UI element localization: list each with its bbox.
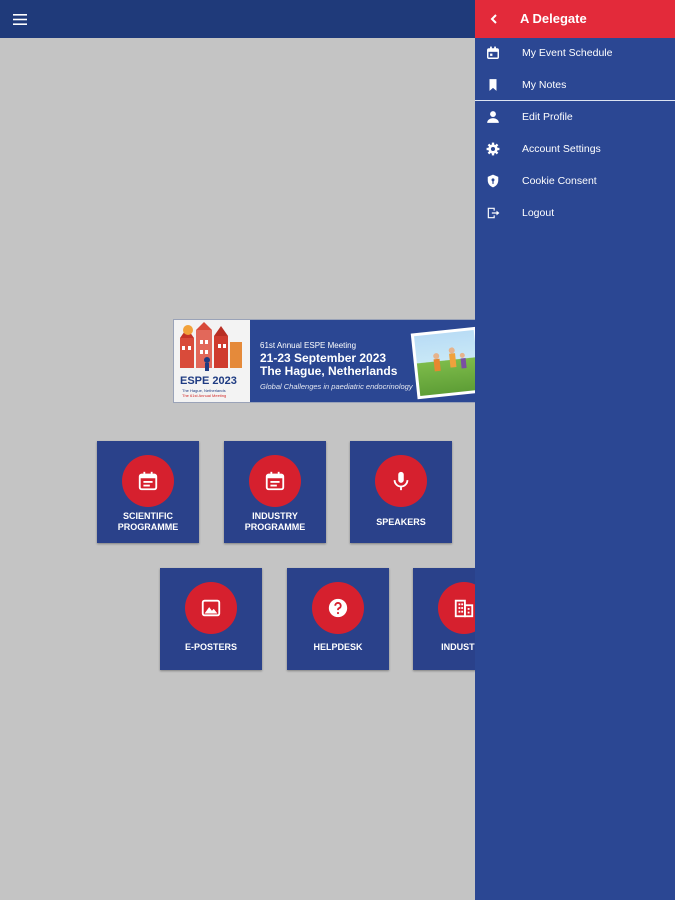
drawer-item-cookie-consent[interactable]: Cookie Consent bbox=[475, 166, 675, 196]
person-icon bbox=[485, 109, 501, 125]
drawer-item-label: My Notes bbox=[522, 79, 567, 91]
logout-icon bbox=[485, 205, 501, 221]
drawer-item-label: Edit Profile bbox=[522, 111, 573, 123]
drawer-item-logout[interactable]: Logout bbox=[475, 198, 675, 228]
drawer-item-label: Logout bbox=[522, 207, 555, 219]
bookmark-icon bbox=[485, 77, 501, 93]
drawer-item-label: Cookie Consent bbox=[522, 175, 597, 187]
calendar-icon bbox=[485, 45, 501, 61]
drawer-divider bbox=[475, 100, 675, 101]
drawer-item-label: My Event Schedule bbox=[522, 47, 613, 59]
drawer-item-my-event-schedule[interactable]: My Event Schedule bbox=[475, 38, 675, 68]
gear-icon bbox=[485, 141, 501, 157]
drawer-item-label: Account Settings bbox=[522, 143, 601, 155]
navigation-drawer: A Delegate My Event Schedule My Notes Ed… bbox=[475, 0, 675, 900]
drawer-scrim[interactable] bbox=[0, 0, 475, 900]
shield-icon bbox=[485, 173, 501, 189]
drawer-title: A Delegate bbox=[520, 11, 587, 26]
drawer-item-account-settings[interactable]: Account Settings bbox=[475, 134, 675, 164]
drawer-item-my-notes[interactable]: My Notes bbox=[475, 70, 675, 100]
drawer-item-edit-profile[interactable]: Edit Profile bbox=[475, 102, 675, 132]
chevron-left-icon[interactable] bbox=[485, 10, 503, 28]
drawer-header: A Delegate bbox=[475, 0, 675, 38]
